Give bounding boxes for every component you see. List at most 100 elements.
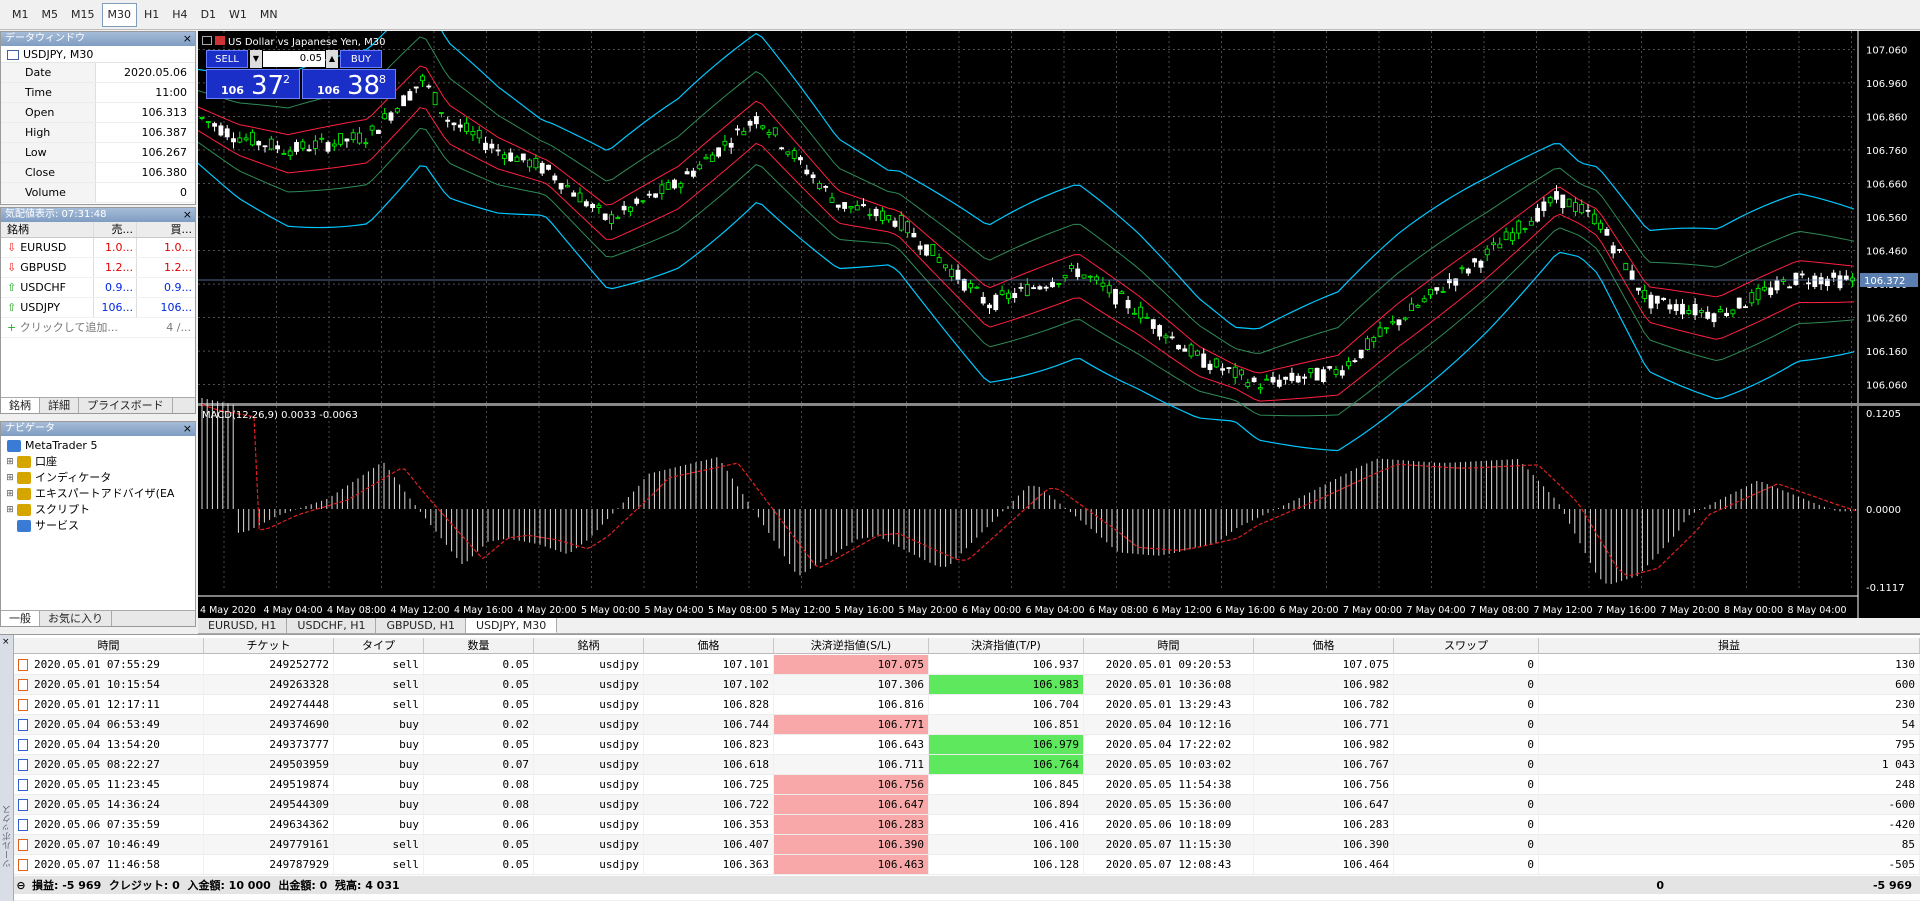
col-bid[interactable]: 売... bbox=[94, 222, 137, 237]
tab-price-board[interactable]: プライスボード bbox=[79, 398, 173, 413]
timeframe-h1-button[interactable]: H1 bbox=[138, 3, 165, 27]
col-header[interactable]: 決済指値(T/P) bbox=[929, 638, 1084, 653]
navigator-title: ナビゲータ × bbox=[1, 422, 195, 436]
close-icon[interactable]: × bbox=[183, 422, 192, 436]
cell: 249503959 bbox=[204, 755, 334, 774]
expand-icon[interactable]: ⊞ bbox=[5, 502, 15, 518]
data-window: データウィンドウ × USDJPY, M30 Date 2020.05.06 Time… bbox=[0, 31, 196, 205]
time-axis-label: 6 May 20:00 bbox=[1280, 605, 1339, 616]
navigator: ナビゲータ × MetaTrader 5 ⊞ 口座 ⊞ インディケータ ⊞ エキスパートアド… bbox=[0, 421, 196, 627]
col-header[interactable]: 数量 bbox=[424, 638, 534, 653]
chart-tabs: EURUSD, H1 USDCHF, H1 GBPUSD, H1 USDJPY, M3… bbox=[198, 618, 1920, 634]
nav-item[interactable]: ⊞ 口座 bbox=[5, 454, 195, 470]
timeframe-m5-button[interactable]: M5 bbox=[36, 3, 65, 27]
ask-cell: 0.9... bbox=[164, 281, 192, 294]
add-symbol-row[interactable]: + クリックして追加... 4 /... bbox=[1, 318, 195, 338]
cell: 249544309 bbox=[204, 795, 334, 814]
col-header[interactable]: タイプ bbox=[334, 638, 424, 653]
bid-price-box[interactable]: 106 37 2 bbox=[206, 69, 300, 101]
timeframe-m30-button[interactable]: M30 bbox=[101, 2, 137, 27]
chart-tab[interactable]: USDCHF, H1 bbox=[287, 618, 377, 633]
lot-up-icon[interactable]: ▲ bbox=[326, 50, 338, 68]
timeframe-w1-button[interactable]: W1 bbox=[223, 3, 253, 27]
lot-input[interactable]: 0.05 bbox=[263, 51, 325, 67]
sell-button[interactable]: SELL bbox=[206, 50, 248, 68]
col-header[interactable]: 価格 bbox=[1254, 638, 1394, 653]
close-icon[interactable]: × bbox=[183, 208, 192, 222]
expand-icon[interactable]: ⊞ bbox=[5, 470, 15, 486]
cell: 106.725 bbox=[644, 775, 774, 794]
market-watch-row[interactable]: ⇩ EURUSD 1.0... 1.0... bbox=[1, 238, 195, 258]
cell: 1 043 bbox=[1539, 755, 1920, 774]
cell: buy bbox=[334, 815, 424, 834]
history-row[interactable]: 2020.05.05 08:22:27 249503959 buy 0.07 usdjp… bbox=[14, 755, 1920, 775]
chart-tab[interactable]: USDJPY, M30 bbox=[465, 618, 558, 633]
timeframe-d1-button[interactable]: D1 bbox=[195, 3, 222, 27]
price-chart[interactable]: 107.060 106.960 106.860 106.760 106.660 106.5… bbox=[197, 0, 1920, 618]
expand-icon[interactable]: ⊞ bbox=[5, 486, 15, 502]
cell: usdjpy bbox=[534, 675, 644, 694]
market-watch-row[interactable]: ⇧ USDCHF 0.9... 0.9... bbox=[1, 278, 195, 298]
col-header[interactable]: 価格 bbox=[644, 638, 774, 653]
col-header[interactable]: 銘柄 bbox=[534, 638, 644, 653]
collapse-icon[interactable]: ⊖ bbox=[14, 879, 28, 892]
timeframe-m15-button[interactable]: M15 bbox=[65, 3, 101, 27]
tab-favorites[interactable]: お気に入り bbox=[40, 611, 112, 626]
col-header[interactable]: 時間 bbox=[14, 638, 204, 653]
buy-button[interactable]: BUY bbox=[340, 50, 382, 68]
chart-tab[interactable]: GBPUSD, H1 bbox=[376, 618, 466, 633]
cell: sell bbox=[334, 655, 424, 674]
symbol-cell: ⇩ GBPUSD bbox=[1, 258, 94, 277]
history-row[interactable]: 2020.05.04 13:54:20 249373777 buy 0.05 usdjp… bbox=[14, 735, 1920, 755]
col-header[interactable]: 損益 bbox=[1539, 638, 1920, 653]
lot-down-icon[interactable]: ▼ bbox=[250, 50, 262, 68]
col-header[interactable]: スワップ bbox=[1394, 638, 1539, 653]
history-row[interactable]: 2020.05.07 10:46:49 249779161 sell 0.05 usdj… bbox=[14, 835, 1920, 855]
data-value: 2020.05.06 bbox=[124, 66, 187, 79]
col-header[interactable]: 時間 bbox=[1084, 638, 1254, 653]
data-row: Date 2020.05.06 bbox=[1, 63, 195, 83]
nav-root[interactable]: MetaTrader 5 bbox=[5, 438, 195, 454]
ask-price-box[interactable]: 106 38 8 bbox=[302, 69, 396, 101]
cell: buy bbox=[334, 735, 424, 754]
nav-item[interactable]: ⊞ エキスパートアドバイザ(EA bbox=[5, 486, 195, 502]
close-icon[interactable]: × bbox=[183, 32, 192, 46]
col-header[interactable]: チケット bbox=[204, 638, 334, 653]
cell: 2020.05.07 12:08:43 bbox=[1084, 855, 1254, 874]
history-row[interactable]: 2020.05.07 11:46:58 249787929 sell 0.05 usdj… bbox=[14, 855, 1920, 875]
cell: 106.643 bbox=[774, 735, 929, 754]
nav-item[interactable]: サービス bbox=[5, 518, 195, 534]
market-watch-row[interactable]: ⇩ GBPUSD 1.2... 1.2... bbox=[1, 258, 195, 278]
timeframe-m1-button[interactable]: M1 bbox=[6, 3, 35, 27]
history-row[interactable]: 2020.05.01 07:55:29 249252772 sell 0.05 usdj… bbox=[14, 655, 1920, 675]
tab-symbols[interactable]: 銘柄 bbox=[1, 398, 40, 413]
time-axis-label: 6 May 08:00 bbox=[1089, 605, 1148, 616]
tab-details[interactable]: 詳細 bbox=[40, 398, 79, 413]
market-watch-row[interactable]: ⇧ USDJPY 106... 106... bbox=[1, 298, 195, 318]
nav-item[interactable]: ⊞ インディケータ bbox=[5, 470, 195, 486]
col-header[interactable]: 決済逆指値(S/L) bbox=[774, 638, 929, 653]
one-click-trading: US Dollar vs Japanese Yen, M30 SELL ▼ 0.… bbox=[202, 36, 396, 101]
history-row[interactable]: 2020.05.04 06:53:49 249374690 buy 0.02 usdjp… bbox=[14, 715, 1920, 735]
expand-icon[interactable]: ⊞ bbox=[5, 454, 15, 470]
cell: 0.05 bbox=[424, 835, 534, 854]
cell: 106.283 bbox=[774, 815, 929, 834]
col-ask[interactable]: 買... bbox=[137, 222, 195, 237]
chart-canvas[interactable]: 107.060 106.960 106.860 106.760 106.660 106.5… bbox=[197, 0, 1920, 618]
timeframe-h4-button[interactable]: H4 bbox=[166, 3, 193, 27]
tab-general[interactable]: 一般 bbox=[1, 611, 40, 626]
market-watch: 気配値表示: 07:31:48 × 銘柄 売... 買... ⇩ EURUSD 1.0… bbox=[0, 207, 196, 414]
col-symbol[interactable]: 銘柄 bbox=[1, 222, 94, 237]
history-row[interactable]: 2020.05.01 10:15:54 249263328 sell 0.05 usdj… bbox=[14, 675, 1920, 695]
cell: usdjpy bbox=[534, 775, 644, 794]
history-row[interactable]: 2020.05.05 11:23:45 249519874 buy 0.08 usdjp… bbox=[14, 775, 1920, 795]
cell: 0 bbox=[1394, 795, 1539, 814]
cell: 0.06 bbox=[424, 815, 534, 834]
history-row[interactable]: 2020.05.06 07:35:59 249634362 buy 0.06 usdjp… bbox=[14, 815, 1920, 835]
close-icon[interactable]: × bbox=[2, 637, 10, 647]
timeframe-mn-button[interactable]: MN bbox=[254, 3, 284, 27]
nav-item[interactable]: ⊞ スクリプト bbox=[5, 502, 195, 518]
history-row[interactable]: 2020.05.01 12:17:11 249274448 sell 0.05 usdj… bbox=[14, 695, 1920, 715]
chart-tab[interactable]: EURUSD, H1 bbox=[198, 618, 288, 633]
history-row[interactable]: 2020.05.05 14:36:24 249544309 buy 0.08 usdjp… bbox=[14, 795, 1920, 815]
